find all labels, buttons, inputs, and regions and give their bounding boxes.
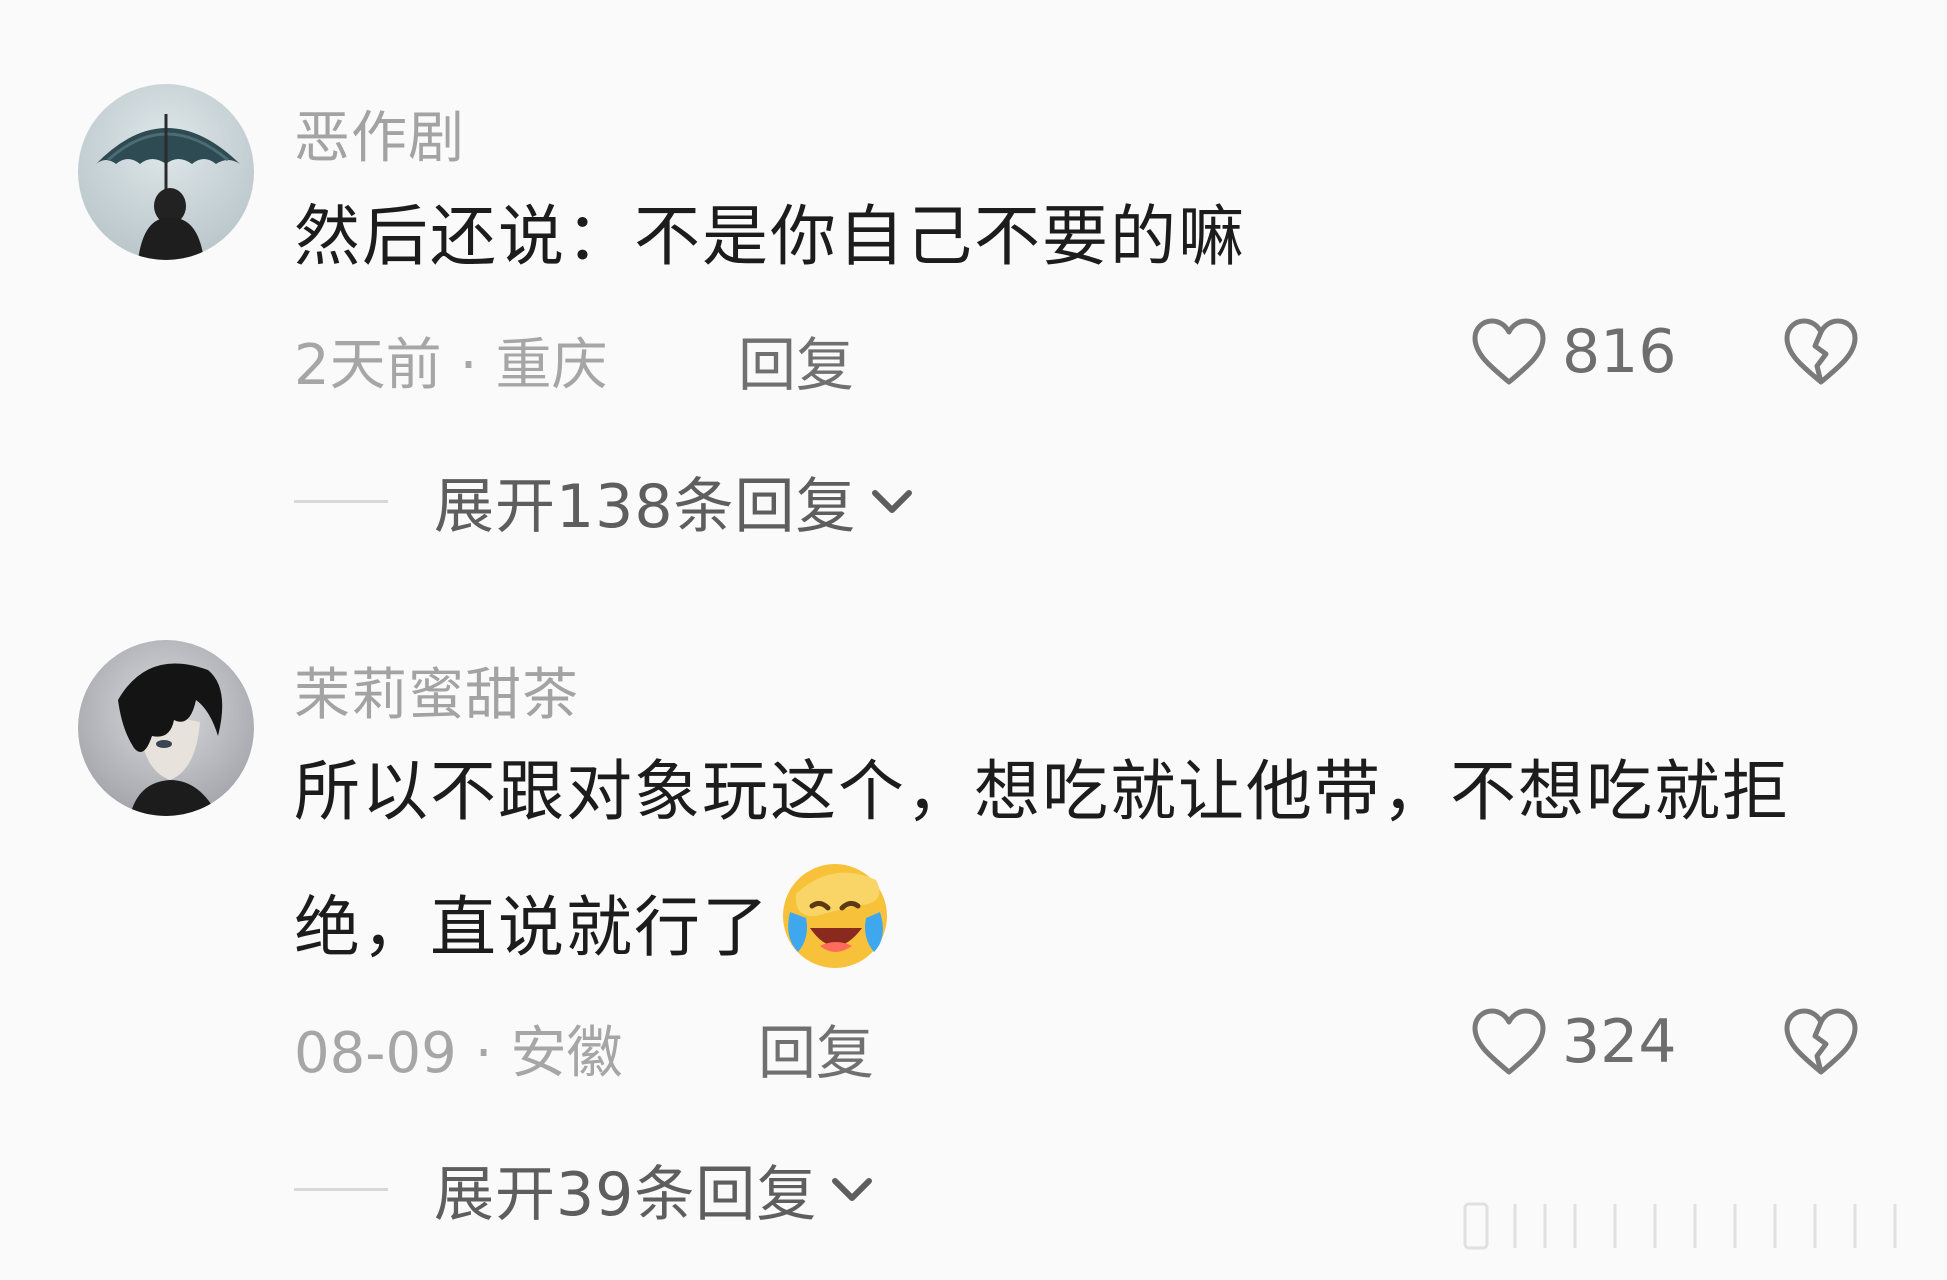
avatar[interactable] <box>78 640 254 816</box>
comment-text: 然后还说：不是你自己不要的嘛 <box>294 198 1246 275</box>
expand-replies-label: 展开39条回复 <box>434 1160 818 1230</box>
expand-replies[interactable]: 展开138条回复 <box>294 458 917 545</box>
username[interactable]: 恶作剧 <box>294 93 465 174</box>
divider-line <box>294 500 388 503</box>
chevron-down-icon <box>832 1177 873 1201</box>
dislike-button[interactable] <box>1782 316 1860 388</box>
watermark-icon <box>1463 1202 1897 1250</box>
dislike-button[interactable] <box>1782 1006 1860 1078</box>
chevron-down-icon <box>871 489 912 513</box>
timestamp: 08-09 <box>294 1021 457 1086</box>
like-count: 816 <box>1562 317 1677 387</box>
divider-line <box>294 1188 388 1191</box>
reply-button[interactable]: 回复 <box>738 318 854 402</box>
comment-meta: 08-09 · 安徽 <box>294 1008 623 1089</box>
separator-dot: · <box>474 1021 493 1086</box>
timestamp: 2天前 <box>294 333 442 398</box>
reply-button[interactable]: 回复 <box>758 1006 874 1090</box>
location: 重庆 <box>495 333 608 398</box>
broken-heart-icon <box>1784 1008 1858 1075</box>
avatar-anime-boy-image <box>78 640 254 816</box>
like-button[interactable]: 816 <box>1470 316 1677 388</box>
expand-replies-label: 展开138条回复 <box>434 472 857 542</box>
comment-meta: 2天前 · 重庆 <box>294 320 607 401</box>
laughing-crying-emoji <box>783 864 887 968</box>
broken-heart-icon <box>1784 318 1858 385</box>
heart-outline-icon <box>1472 1008 1546 1075</box>
avatar[interactable] <box>78 84 254 260</box>
avatar-umbrella-image <box>78 84 254 260</box>
separator-dot: · <box>459 333 478 398</box>
comment-text: 所以不跟对象玩这个，想吃就让他带，不想吃就拒绝，直说就行了 <box>294 730 1854 990</box>
comment-text-body: 所以不跟对象玩这个，想吃就让他带，不想吃就拒绝，直说就行了 <box>294 753 1790 966</box>
expand-replies[interactable]: 展开39条回复 <box>294 1146 877 1233</box>
like-button[interactable]: 324 <box>1470 1006 1677 1078</box>
location: 安徽 <box>510 1021 623 1086</box>
like-count: 324 <box>1562 1007 1677 1077</box>
username[interactable]: 茉莉蜜甜茶 <box>294 650 579 731</box>
heart-outline-icon <box>1472 318 1546 385</box>
